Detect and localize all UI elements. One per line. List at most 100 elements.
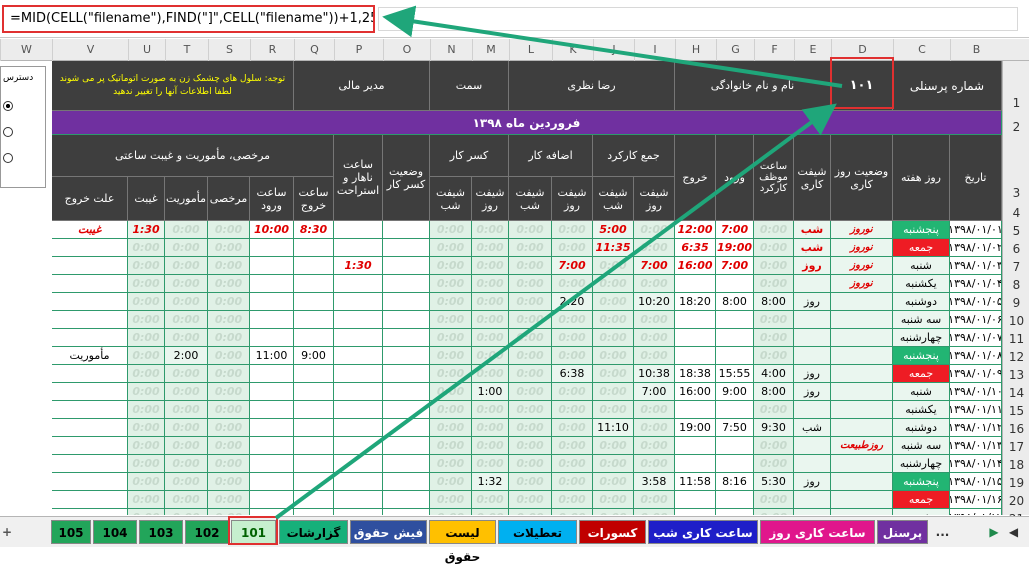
cell-shift[interactable]: شب	[794, 221, 831, 239]
cell-duty[interactable]: 0:00	[754, 329, 794, 347]
cell-daystatus[interactable]	[831, 383, 893, 401]
cell-ot-day[interactable]: 0:00	[552, 455, 593, 473]
cell-df-night[interactable]: 0:00	[430, 329, 472, 347]
cell-leave-exit[interactable]	[294, 401, 334, 419]
cell-exit[interactable]	[675, 347, 716, 365]
cell-date[interactable]: ۱۳۹۸/۰۱/۱۷	[950, 509, 1002, 515]
cell-df-night[interactable]: 0:00	[430, 275, 472, 293]
cell-ot-night[interactable]: 0:00	[509, 509, 552, 515]
row-header[interactable]: 8	[1003, 278, 1029, 292]
cell-duty[interactable]: 0:00	[754, 221, 794, 239]
cell-leave-exit[interactable]	[294, 365, 334, 383]
cell-deficit-status[interactable]	[383, 473, 430, 491]
cell-daystatus[interactable]	[831, 491, 893, 509]
cell-exit[interactable]	[675, 491, 716, 509]
cell-mission[interactable]: 0:00	[165, 221, 208, 239]
cell-mission[interactable]: 0:00	[165, 419, 208, 437]
cell-exit[interactable]: 18:20	[675, 293, 716, 311]
cell-weekday[interactable]: جمعه	[893, 491, 950, 509]
cell-ot-day[interactable]: 0:00	[552, 221, 593, 239]
cell-ot-day[interactable]: 0:00	[552, 329, 593, 347]
cell-duty[interactable]: 0:00	[754, 239, 794, 257]
cell-total-day[interactable]: 0:00	[634, 491, 675, 509]
cell-leave-exit[interactable]: 8:30	[294, 221, 334, 239]
cell-df-night[interactable]: 0:00	[430, 509, 472, 515]
cell-df-day[interactable]: 0:00	[472, 311, 509, 329]
row-header[interactable]: 10	[1003, 314, 1029, 328]
column-header[interactable]: N	[430, 39, 472, 61]
cell-leave[interactable]: 0:00	[208, 473, 250, 491]
cell-duty[interactable]: 0:00	[754, 311, 794, 329]
cell-date[interactable]: ۱۳۹۸/۰۱/۰۲	[950, 239, 1002, 257]
cell-lunch[interactable]	[334, 509, 383, 515]
cell-shift[interactable]: شب	[794, 419, 831, 437]
cell-absence[interactable]: 0:00	[128, 275, 165, 293]
row-header[interactable]: 7	[1003, 260, 1029, 274]
radio-option-3[interactable]	[3, 153, 13, 163]
cell-ot-day[interactable]: 0:00	[552, 437, 593, 455]
cell-mission[interactable]: 0:00	[165, 365, 208, 383]
cell-leave-exit[interactable]	[294, 275, 334, 293]
cell-entry[interactable]	[716, 329, 754, 347]
cell-absence[interactable]: 1:30	[128, 221, 165, 239]
cell-entry[interactable]: 9:00	[716, 383, 754, 401]
cell-duty[interactable]: 0:00	[754, 275, 794, 293]
cell-exit[interactable]: 11:58	[675, 473, 716, 491]
cell-deficit-status[interactable]	[383, 437, 430, 455]
cell-lunch[interactable]	[334, 365, 383, 383]
cell-lunch[interactable]: 1:30	[334, 257, 383, 275]
sheet-tab[interactable]: ▶	[985, 520, 1003, 544]
col-df-night[interactable]: شیفت شب	[430, 177, 472, 221]
cell-exit-reason[interactable]	[52, 455, 128, 473]
cell-total-day[interactable]: 3:58	[634, 473, 675, 491]
cell-absence[interactable]: 0:00	[128, 311, 165, 329]
cell-duty[interactable]: 9:30	[754, 419, 794, 437]
cell-weekday[interactable]: پنجشنبه	[893, 473, 950, 491]
cell-leave[interactable]: 0:00	[208, 491, 250, 509]
cell-total-night[interactable]: 0:00	[593, 473, 634, 491]
cell-total-night[interactable]: 0:00	[593, 509, 634, 515]
cell-leave-entry[interactable]	[250, 455, 294, 473]
cell-df-night[interactable]: 0:00	[430, 383, 472, 401]
cell-leave-exit[interactable]	[294, 293, 334, 311]
cell-exit-reason[interactable]	[52, 419, 128, 437]
cell-df-night[interactable]: 0:00	[430, 239, 472, 257]
column-header[interactable]: V	[52, 39, 128, 61]
cell-ot-night[interactable]: 0:00	[509, 365, 552, 383]
cell-df-night[interactable]: 0:00	[430, 221, 472, 239]
cell-exit-reason[interactable]	[52, 509, 128, 515]
cell-df-day[interactable]: 0:00	[472, 239, 509, 257]
cell-entry[interactable]	[716, 509, 754, 515]
sheet-tab[interactable]: 105	[51, 520, 91, 544]
col-weekday[interactable]: روز هفته	[893, 135, 950, 221]
cell-shift[interactable]	[794, 455, 831, 473]
cell-date[interactable]: ۱۳۹۸/۰۱/۰۸	[950, 347, 1002, 365]
cell-absence[interactable]: 0:00	[128, 455, 165, 473]
cell-total-day[interactable]: 0:00	[634, 347, 675, 365]
col-leave-entry[interactable]: ساعت ورود	[250, 177, 294, 221]
cell-leave-entry[interactable]	[250, 257, 294, 275]
cell-weekday[interactable]: دوشنبه	[893, 293, 950, 311]
cell-daystatus[interactable]	[831, 401, 893, 419]
cell-entry[interactable]	[716, 455, 754, 473]
cell-leave-entry[interactable]	[250, 329, 294, 347]
cell-mission[interactable]: 0:00	[165, 239, 208, 257]
cell-ot-night[interactable]: 0:00	[509, 311, 552, 329]
sheet-tab[interactable]: 101	[231, 520, 276, 544]
column-header[interactable]: O	[383, 39, 430, 61]
cell-duty[interactable]: 8:00	[754, 293, 794, 311]
cell-exit[interactable]: 18:38	[675, 365, 716, 383]
cell-df-day[interactable]: 0:00	[472, 419, 509, 437]
cell-leave-entry[interactable]	[250, 293, 294, 311]
cell-leave[interactable]: 0:00	[208, 347, 250, 365]
cell-shift[interactable]	[794, 347, 831, 365]
radio-option-1[interactable]	[3, 101, 13, 111]
col-leave-group[interactable]: مرخصی، مأموریت و غیبت ساعتی	[52, 135, 334, 177]
cell-total-night[interactable]: 0:00	[593, 437, 634, 455]
column-header[interactable]: E	[794, 39, 831, 61]
cell-date[interactable]: ۱۳۹۸/۰۱/۰۷	[950, 329, 1002, 347]
row-header[interactable]: 6	[1003, 242, 1029, 256]
cell-total-day[interactable]: 0:00	[634, 275, 675, 293]
cell-duty[interactable]: 8:00	[754, 383, 794, 401]
cell-lunch[interactable]	[334, 347, 383, 365]
